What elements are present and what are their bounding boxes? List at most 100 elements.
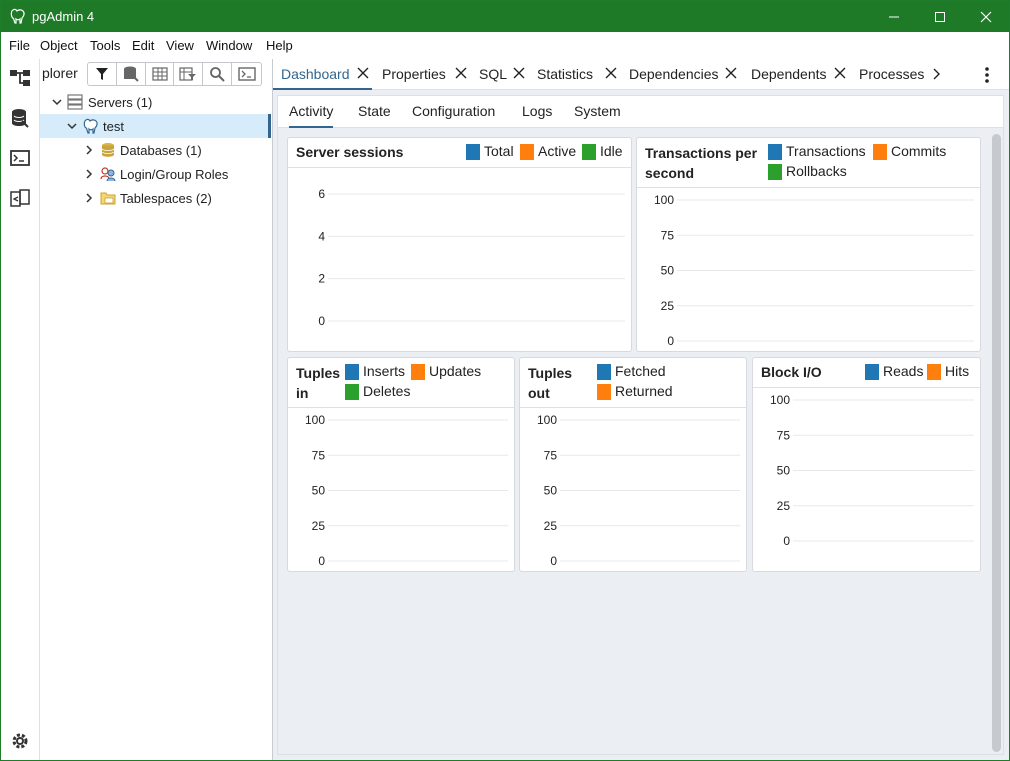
tree-node-tablespaces[interactable]: Tablespaces (2) [40, 186, 271, 210]
schema-diff-button[interactable] [1, 179, 39, 217]
explorer-tab-title[interactable]: plorer [42, 65, 78, 81]
close-tab-icon[interactable] [605, 67, 617, 79]
tree-node-databases[interactable]: Databases (1) [40, 138, 271, 162]
y-tick-label: 25 [312, 519, 326, 533]
tab-label: Dependencies [629, 66, 719, 82]
chevron-right-icon[interactable] [931, 68, 943, 80]
y-tick-label: 2 [318, 272, 325, 286]
subtab-logs[interactable]: Logs [522, 103, 552, 119]
psql-tool-icon [10, 150, 30, 166]
tree-node-servers[interactable]: Servers (1) [40, 90, 271, 114]
settings-button[interactable] [1, 722, 39, 760]
menu-edit[interactable]: Edit [132, 38, 154, 53]
minimize-button[interactable] [871, 1, 917, 32]
close-window-button[interactable] [963, 1, 1009, 32]
scrollbar-thumb[interactable] [992, 134, 1001, 752]
dashboard-scrollbar[interactable] [992, 134, 1001, 752]
close-tab-icon[interactable] [834, 67, 846, 79]
tab-label: Dependents [751, 66, 827, 82]
databases-icon [101, 143, 115, 157]
menu-file[interactable]: File [9, 38, 30, 53]
menu-object[interactable]: Object [40, 38, 78, 53]
chevron-down-icon[interactable] [51, 95, 63, 109]
chart-card-server-sessions: Server sessions Total Active Idle 6420 [287, 137, 632, 352]
object-explorer-icon [10, 70, 30, 86]
chevron-right-icon[interactable] [83, 143, 95, 157]
tab-label: SQL [479, 66, 508, 82]
chevron-right-icon[interactable] [83, 191, 95, 205]
tab-label: Dashboard [281, 66, 350, 82]
object-explorer-button[interactable] [1, 59, 39, 97]
close-icon [980, 11, 992, 22]
filter-button[interactable] [88, 63, 117, 85]
chevron-right-icon[interactable] [83, 167, 95, 181]
roles-icon [100, 167, 116, 182]
y-tick-label: 25 [544, 519, 558, 533]
dashboard-panel: Activity State Configuration Logs System… [277, 95, 1004, 755]
y-tick-label: 75 [777, 428, 791, 442]
close-tab-icon[interactable] [455, 67, 467, 79]
database-view-button[interactable] [117, 63, 146, 85]
title-bar: pgAdmin 4 [1, 1, 1009, 32]
tablespaces-icon [100, 192, 116, 205]
close-tab-icon[interactable] [725, 67, 737, 79]
table-view-button[interactable] [146, 63, 175, 85]
y-tick-label: 100 [770, 393, 790, 407]
chart-plot-area: 100 75 50 25 0 [654, 193, 974, 348]
dashboard-sub-tabs: Activity State Configuration Logs System [278, 96, 1003, 128]
chart-card-tuples-out: Tuples out Fetched Returned 100 75 50 25 0 [519, 357, 747, 572]
filter-icon [95, 68, 108, 80]
activity-icon-bar [1, 59, 40, 760]
maximize-button[interactable] [917, 1, 963, 32]
schema-diff-icon [10, 189, 30, 207]
query-tool-button[interactable] [1, 99, 39, 137]
menu-tools[interactable]: Tools [90, 38, 120, 53]
subtab-system[interactable]: System [574, 103, 621, 119]
tree-node-server-test[interactable]: test [40, 114, 271, 138]
tab-sql[interactable]: SQL [479, 59, 529, 90]
y-tick-label: 50 [777, 464, 791, 478]
explorer-toolbar [87, 62, 262, 86]
y-tick-label: 0 [783, 534, 790, 548]
y-tick-label: 75 [661, 228, 675, 242]
y-tick-label: 6 [318, 187, 325, 201]
maximize-icon [935, 11, 945, 22]
tree-node-label: Tablespaces (2) [120, 191, 212, 206]
tab-dashboard[interactable]: Dashboard [273, 59, 372, 90]
tab-properties[interactable]: Properties [382, 59, 472, 90]
search-objects-button[interactable] [203, 63, 233, 85]
tab-processes[interactable]: Processes [859, 59, 949, 90]
psql-button[interactable] [232, 63, 261, 85]
subtab-activity[interactable]: Activity [289, 103, 334, 128]
menu-window[interactable]: Window [206, 38, 252, 53]
menu-help[interactable]: Help [266, 38, 293, 53]
chevron-down-icon[interactable] [66, 119, 78, 133]
y-tick-label: 50 [312, 484, 326, 498]
tree-node-label: Databases (1) [120, 143, 202, 158]
postgres-elephant-icon [83, 118, 98, 134]
chart-card-block-io: Block I/O Reads Hits 100 75 50 25 0 [752, 357, 981, 572]
filtered-rows-button[interactable] [174, 63, 204, 85]
tab-statistics[interactable]: Statistics [537, 59, 619, 90]
close-tab-icon[interactable] [357, 67, 369, 79]
tab-dependencies[interactable]: Dependencies [629, 59, 741, 90]
more-options-icon[interactable] [981, 65, 993, 85]
subtab-configuration[interactable]: Configuration [412, 103, 495, 119]
close-tab-icon[interactable] [513, 67, 525, 79]
settings-icon [12, 733, 28, 749]
y-tick-label: 0 [318, 554, 325, 568]
chart-card-tuples-in: Tuples in Inserts Updates Deletes 100 75 5… [287, 357, 515, 572]
menu-view[interactable]: View [166, 38, 194, 53]
main-tab-bar: Dashboard Properties SQL Statistics Depe… [273, 59, 1009, 90]
subtab-state[interactable]: State [358, 103, 391, 119]
tree-node-login-roles[interactable]: Login/Group Roles [40, 162, 271, 186]
table-view-icon [151, 67, 168, 81]
psql-tool-button[interactable] [1, 139, 39, 177]
servers-icon [67, 94, 83, 110]
y-tick-label: 0 [550, 554, 557, 568]
y-tick-label: 50 [544, 484, 558, 498]
database-view-icon [123, 66, 139, 82]
y-tick-label: 50 [661, 264, 675, 278]
tree-node-label: test [103, 119, 124, 134]
tab-dependents[interactable]: Dependents [751, 59, 851, 90]
